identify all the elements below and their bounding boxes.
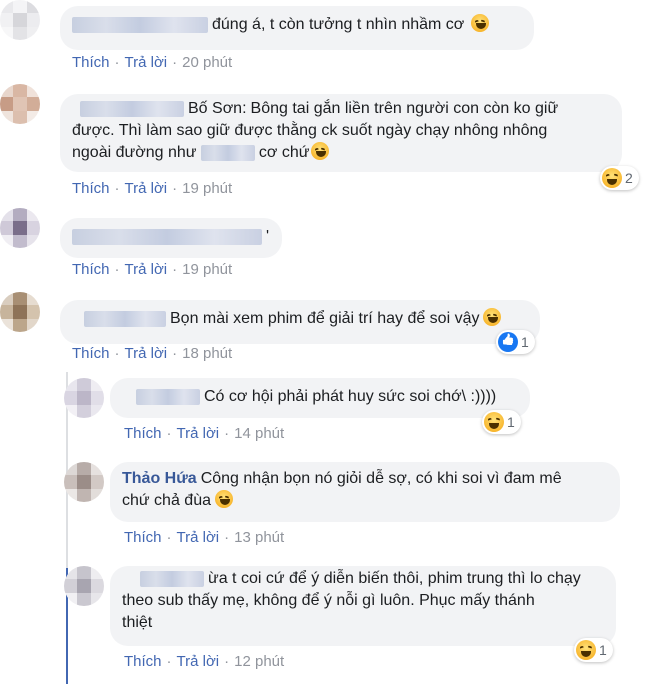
avatar[interactable] xyxy=(0,0,40,40)
reply-actions: Thích · Trả lời · 14 phút xyxy=(124,425,285,442)
comment-actions: Thích · Trả lời · 18 phút xyxy=(72,345,233,362)
haha-icon xyxy=(484,412,504,432)
like-link[interactable]: Thích xyxy=(72,180,110,197)
reply-link[interactable]: Trả lời xyxy=(125,180,168,197)
timestamp[interactable]: 13 phút xyxy=(234,529,284,546)
laughing-face-icon xyxy=(483,308,502,326)
avatar[interactable] xyxy=(0,292,40,332)
avatar[interactable] xyxy=(0,208,40,248)
avatar[interactable] xyxy=(64,378,104,418)
haha-icon xyxy=(602,168,622,188)
commenter-name[interactable]: Bố Sơn: xyxy=(188,100,247,117)
blurred-username[interactable] xyxy=(80,100,184,117)
comment-text-line: được. Thì làm sao giữ được thằng ck suốt… xyxy=(72,122,548,139)
grinning-face-icon xyxy=(311,142,330,160)
comment-actions: Thích · Trả lời · 20 phút xyxy=(72,54,233,71)
blurred-username[interactable] xyxy=(84,310,166,327)
like-link[interactable]: Thích xyxy=(72,261,110,278)
reaction-summary[interactable]: 2 xyxy=(600,166,639,190)
smiling-face-icon xyxy=(470,14,489,32)
reply-text-line: Công nhận bọn nó giỏi dễ sợ, có khi soi … xyxy=(200,470,562,487)
comment-text-line: Bông tai gắn liền trên người con còn ko … xyxy=(250,100,559,117)
reply-link[interactable]: Trả lời xyxy=(177,425,220,442)
timestamp[interactable]: 14 phút xyxy=(234,425,284,442)
like-link[interactable]: Thích xyxy=(124,425,162,442)
reply-text-line: chứ chả đùa xyxy=(122,492,211,509)
comment-bubble: Bọn mài xem phim để giải trí hay để soi … xyxy=(60,300,540,344)
reply-link[interactable]: Trả lời xyxy=(125,261,168,278)
avatar[interactable] xyxy=(0,84,40,124)
reply-text-line: thiệt xyxy=(122,614,153,631)
like-link[interactable]: Thích xyxy=(72,345,110,362)
comment-text: ' xyxy=(266,228,270,245)
comment-bubble: ' xyxy=(60,218,282,258)
reaction-count: 2 xyxy=(625,170,633,186)
comment-text-line: cơ chứ xyxy=(258,144,310,161)
timestamp[interactable]: 19 phút xyxy=(182,261,232,278)
reaction-summary[interactable]: 1 xyxy=(482,410,521,434)
blurred-username[interactable] xyxy=(72,228,262,245)
blurred-name xyxy=(200,144,255,161)
reply-text-line: theo sub thấy mẹ, không để ý nỗi gì luôn… xyxy=(122,592,535,609)
haha-icon xyxy=(576,640,596,660)
reaction-summary[interactable]: 1 xyxy=(496,330,535,354)
blurred-username[interactable] xyxy=(136,388,200,405)
like-link[interactable]: Thích xyxy=(124,653,162,670)
reaction-count: 1 xyxy=(599,642,607,658)
comment-text: Bọn mài xem phim để giải trí hay để soi … xyxy=(170,310,480,327)
comment-actions: Thích · Trả lời · 19 phút xyxy=(72,261,233,278)
reply-text-line: ừa t coi cứ để ý diễn biến thôi, phim tr… xyxy=(208,570,581,587)
avatar[interactable] xyxy=(64,462,104,502)
reply-link[interactable]: Trả lời xyxy=(177,653,220,670)
commenter-name[interactable]: Thảo Hứa xyxy=(122,470,197,487)
reply-actions: Thích · Trả lời · 12 phút xyxy=(124,653,285,670)
reply-link[interactable]: Trả lời xyxy=(125,54,168,71)
comment-actions: Thích · Trả lời · 19 phút xyxy=(72,180,233,197)
comment-text-line: ngoài đường như xyxy=(72,144,197,161)
reply-actions: Thích · Trả lời · 13 phút xyxy=(124,529,285,546)
comment-bubble: Bố Sơn: Bông tai gắn liền trên người con … xyxy=(60,94,622,172)
like-icon xyxy=(498,332,518,352)
laughing-face-icon xyxy=(215,490,233,508)
blurred-username[interactable] xyxy=(72,16,208,33)
reaction-count: 1 xyxy=(507,414,515,430)
reply-bubble: Có cơ hội phải phát huy sức soi chớ\ :))… xyxy=(110,378,530,418)
timestamp[interactable]: 12 phút xyxy=(234,653,284,670)
reply-bubble: Thảo Hứa Công nhận bọn nó giỏi dễ sợ, có … xyxy=(110,462,620,522)
reply-text: Có cơ hội phải phát huy sức soi chớ\ :))… xyxy=(204,388,497,405)
comment-text: đúng á, t còn tưởng t nhìn nhầm cơ xyxy=(212,16,465,33)
timestamp[interactable]: 18 phút xyxy=(182,345,232,362)
reaction-count: 1 xyxy=(521,334,529,350)
reply-link[interactable]: Trả lời xyxy=(125,345,168,362)
blurred-username[interactable] xyxy=(140,570,204,587)
like-link[interactable]: Thích xyxy=(72,54,110,71)
reply-bubble: ừa t coi cứ để ý diễn biến thôi, phim tr… xyxy=(110,566,616,646)
timestamp[interactable]: 20 phút xyxy=(182,54,232,71)
comment-bubble: đúng á, t còn tưởng t nhìn nhầm cơ xyxy=(60,6,534,50)
reaction-summary[interactable]: 1 xyxy=(574,638,613,662)
reply-link[interactable]: Trả lời xyxy=(177,529,220,546)
timestamp[interactable]: 19 phút xyxy=(182,180,232,197)
avatar[interactable] xyxy=(64,566,104,606)
like-link[interactable]: Thích xyxy=(124,529,162,546)
